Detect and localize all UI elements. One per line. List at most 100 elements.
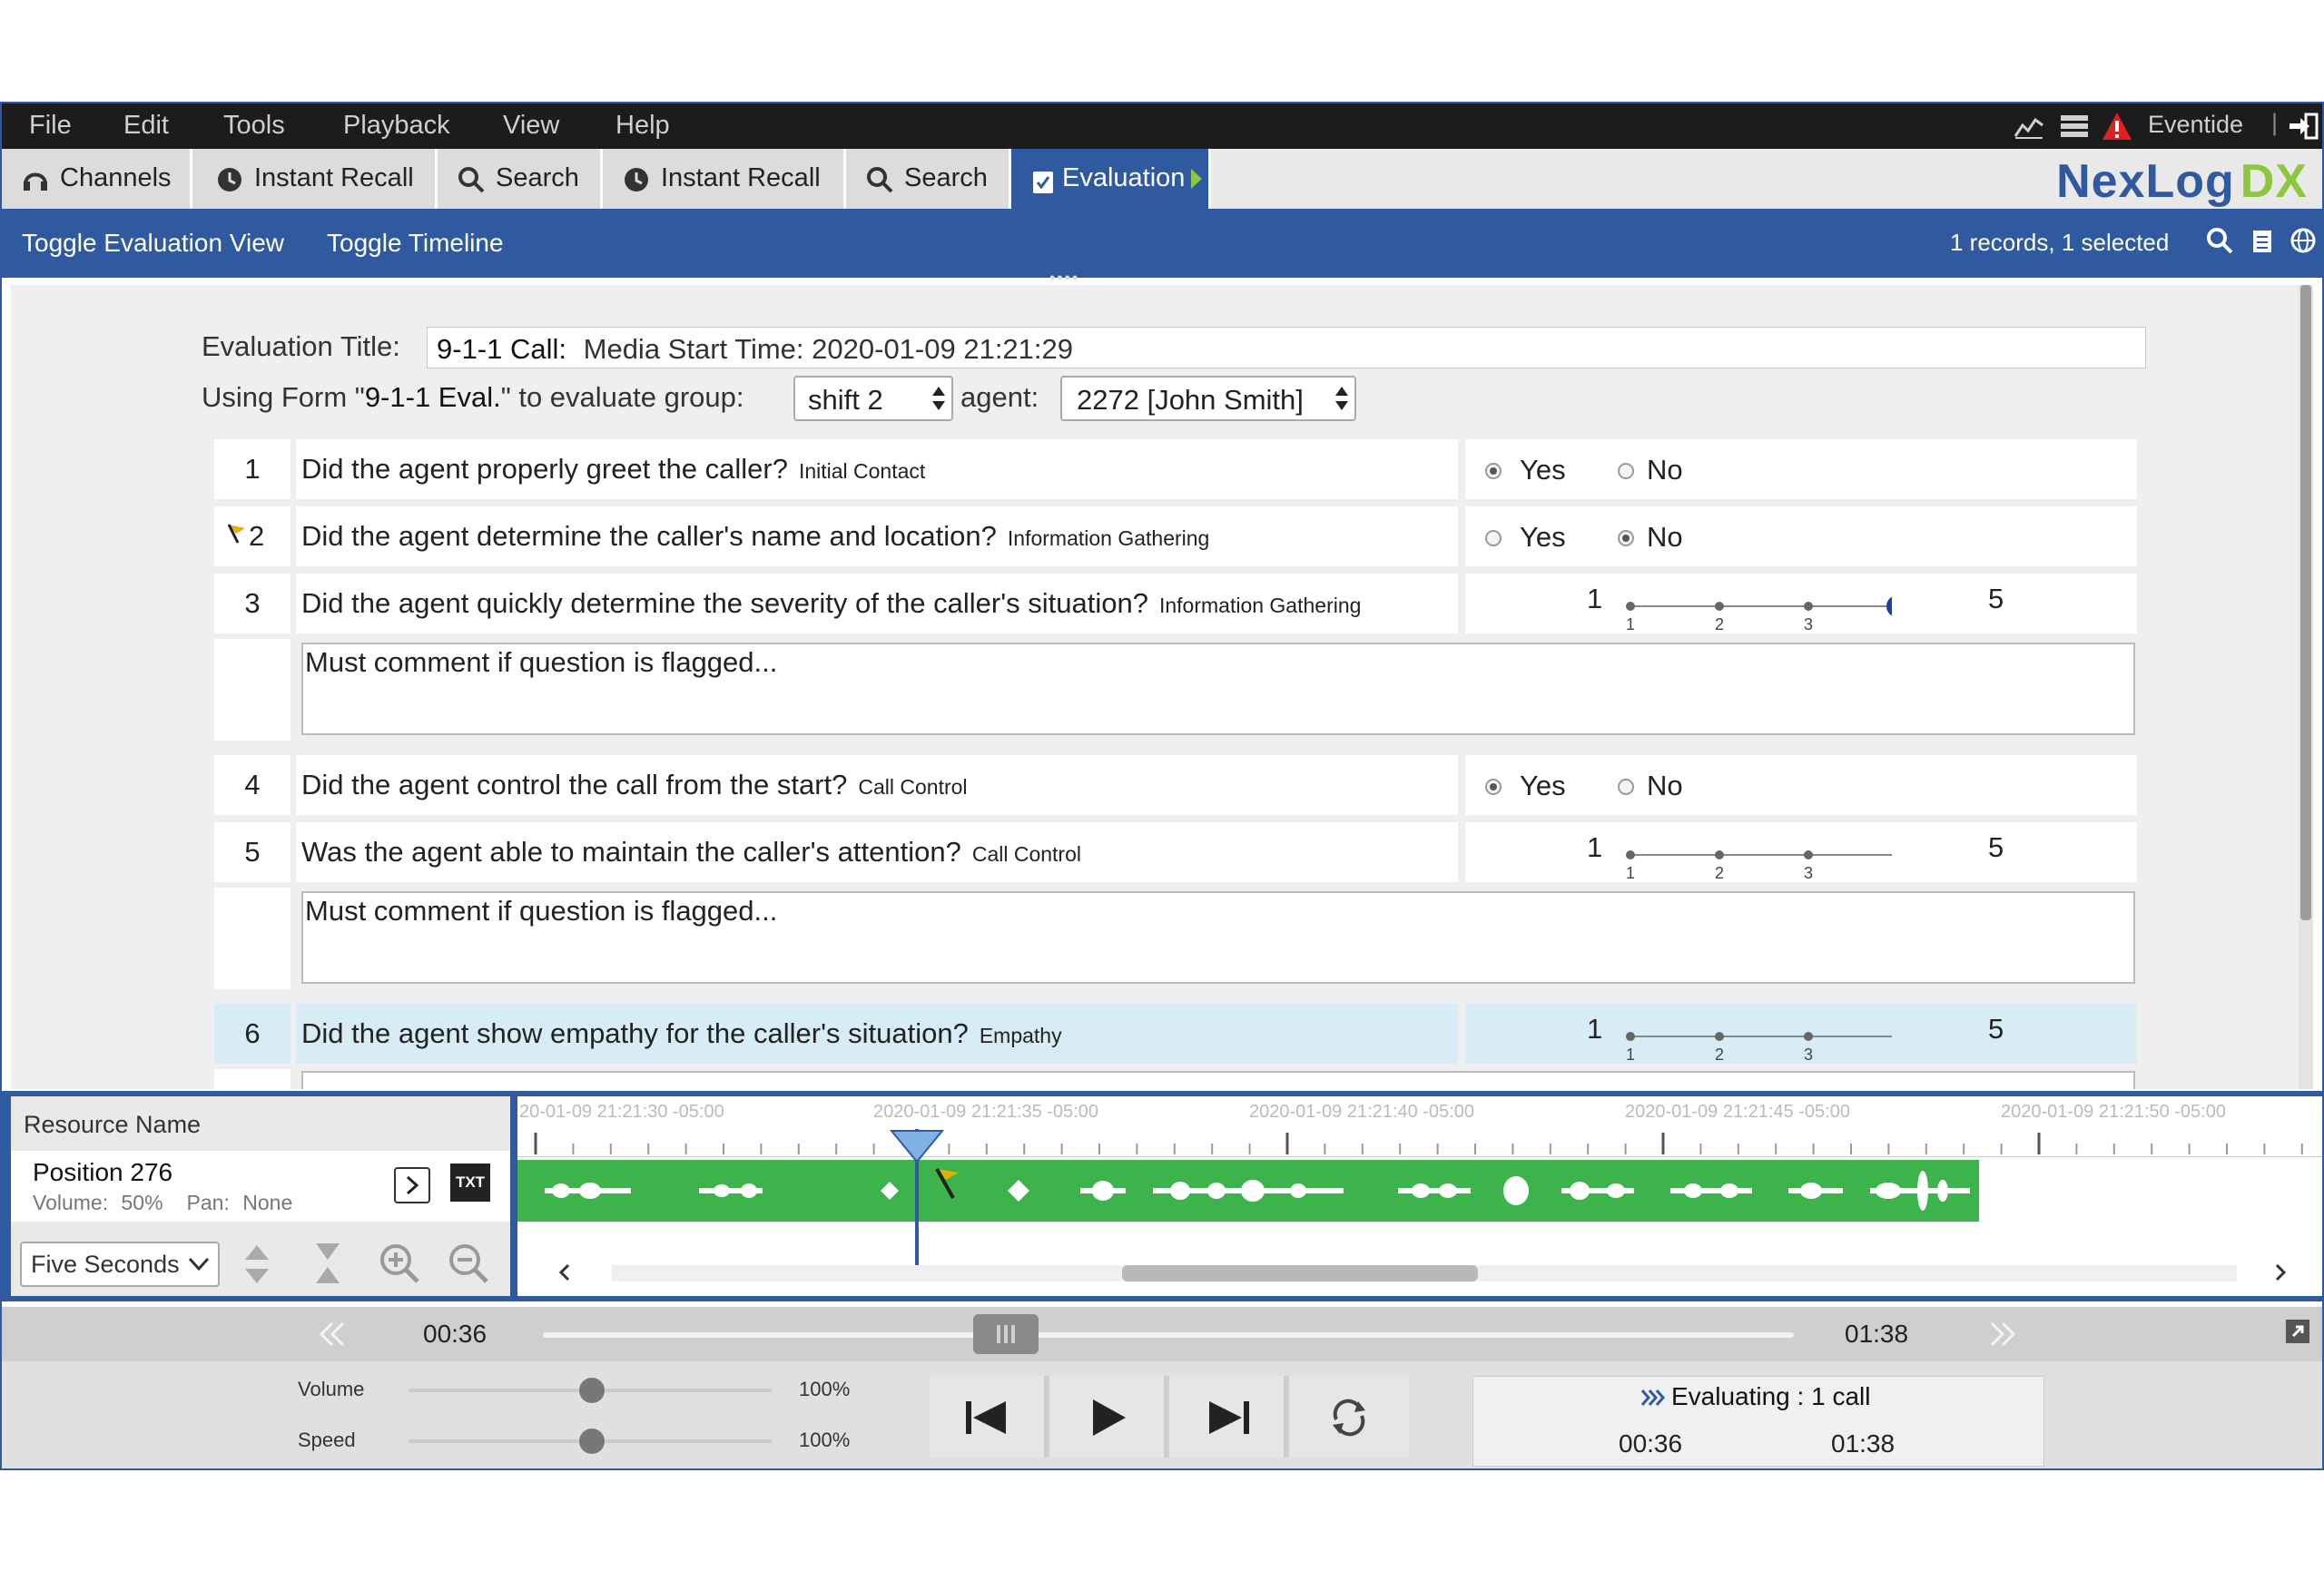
- question-text: Was the agent able to maintain the calle…: [296, 822, 1458, 882]
- slider-tick: [1715, 1032, 1724, 1041]
- tab-search[interactable]: Search: [438, 149, 603, 209]
- comment-spacer: [214, 888, 290, 989]
- zoom-select[interactable]: Five Seconds: [20, 1242, 220, 1287]
- group-select[interactable]: shift 2: [793, 376, 953, 421]
- alert-icon[interactable]: [2101, 111, 2133, 142]
- play-arrow-icon: [1191, 169, 1202, 189]
- slider-tick: [1626, 850, 1635, 859]
- no-radio[interactable]: [1618, 530, 1634, 546]
- zoom-out-icon[interactable]: [447, 1242, 490, 1285]
- menu-edit[interactable]: Edit: [123, 111, 169, 141]
- speed-knob[interactable]: [579, 1429, 605, 1454]
- speed-slider[interactable]: [409, 1429, 772, 1454]
- expand-button[interactable]: [394, 1167, 430, 1203]
- rating-scale[interactable]: 1512345: [1465, 574, 2137, 633]
- volume-slider[interactable]: [409, 1378, 772, 1403]
- loop-button[interactable]: [1289, 1376, 1409, 1458]
- seek-track[interactable]: [543, 1314, 1794, 1354]
- timeline[interactable]: 20-01-09 21:21:30 -05:00 2020-01-09 21:2…: [517, 1096, 2322, 1296]
- logout-icon[interactable]: [2288, 113, 2319, 140]
- horizontal-scrollbar[interactable]: [612, 1265, 2237, 1281]
- menu-tools[interactable]: Tools: [223, 111, 285, 141]
- user-name[interactable]: Eventide: [2148, 111, 2243, 139]
- rating-slider[interactable]: 12345: [1620, 1009, 1892, 1064]
- no-label: No: [1647, 521, 1683, 553]
- rating-scale[interactable]: 1512345: [1465, 1004, 2137, 1064]
- yes-label: Yes: [1520, 521, 1566, 553]
- flag-icon[interactable]: [227, 523, 247, 545]
- flag-marker-icon[interactable]: [933, 1165, 966, 1202]
- evaluation-title-label: Evaluation Title:: [202, 330, 400, 362]
- menu-view[interactable]: View: [503, 111, 559, 141]
- vertical-scrollbar[interactable]: [2299, 285, 2313, 1089]
- toggle-timeline-button[interactable]: Toggle Timeline: [327, 229, 504, 258]
- speed-value: 100%: [799, 1429, 851, 1451]
- current-time: 00:36: [423, 1320, 487, 1348]
- comment-box[interactable]: Must comment if question is flagged...: [301, 643, 2135, 735]
- transport-controls: [930, 1376, 1409, 1458]
- scroll-left-icon[interactable]: [554, 1260, 576, 1285]
- seek-thumb[interactable]: [972, 1314, 1039, 1354]
- menu-help[interactable]: Help: [615, 111, 670, 141]
- slider-tick-label: 1: [1626, 864, 1635, 882]
- evaluation-panel: Evaluation Title: 9-1-1 Call: Media Star…: [11, 285, 2313, 1089]
- chevron-right-icon: [406, 1175, 419, 1195]
- question-number: 5: [214, 822, 290, 882]
- list-icon[interactable]: [2059, 113, 2090, 140]
- tab-channels[interactable]: Channels: [2, 149, 192, 209]
- scrollbar-thumb[interactable]: [1122, 1265, 1478, 1281]
- zoom-in-icon[interactable]: [378, 1242, 421, 1285]
- timeline-tick-label: 20-01-09 21:21:30 -05:00: [519, 1102, 724, 1122]
- rating-scale[interactable]: 1512345: [1465, 822, 2137, 882]
- comment-spacer: [214, 639, 290, 741]
- agent-select[interactable]: 2272 [John Smith]: [1060, 376, 1356, 421]
- resource-panel: Resource Name Position 276 Volume: 50% Pa…: [11, 1096, 510, 1296]
- txt-button[interactable]: TXT: [450, 1164, 490, 1202]
- tab-evaluation[interactable]: Evaluation: [1011, 149, 1211, 209]
- scroll-right-icon[interactable]: [2270, 1260, 2291, 1285]
- clipboard-icon[interactable]: [2251, 227, 2273, 254]
- no-label: No: [1647, 770, 1683, 801]
- rating-slider[interactable]: 12345: [1620, 579, 1892, 633]
- timeline-tick-label: 2020-01-09 21:21:35 -05:00: [873, 1102, 1098, 1122]
- expand-vertical-icon[interactable]: [241, 1242, 272, 1287]
- question-number: 6: [214, 1004, 290, 1064]
- clock-icon: [625, 168, 648, 191]
- scrollbar-thumb[interactable]: [2300, 285, 2311, 920]
- tab-instant-recall[interactable]: Instant Recall: [192, 149, 438, 209]
- tab-search-2[interactable]: Search: [846, 149, 1011, 209]
- volume-knob[interactable]: [579, 1378, 605, 1403]
- search-icon[interactable]: [2206, 227, 2233, 254]
- question-row-5: 5 Was the agent able to maintain the cal…: [214, 822, 2137, 882]
- tab-instant-recall-2[interactable]: Instant Recall: [603, 149, 846, 209]
- timeline-tick-label: 2020-01-09 21:21:50 -05:00: [2001, 1102, 2226, 1122]
- popout-icon[interactable]: [2284, 1318, 2311, 1345]
- no-radio[interactable]: [1618, 463, 1634, 479]
- fast-forward-icon[interactable]: [1984, 1320, 2021, 1349]
- search-icon: [458, 167, 485, 193]
- chart-icon[interactable]: [2014, 113, 2044, 140]
- resource-row[interactable]: Position 276 Volume: 50% Pan: None TXT: [11, 1151, 510, 1222]
- yes-radio[interactable]: [1485, 530, 1502, 546]
- previous-button[interactable]: [930, 1376, 1046, 1458]
- rewind-icon[interactable]: [314, 1320, 350, 1349]
- slider-tick-label: 3: [1804, 1046, 1813, 1064]
- globe-icon[interactable]: [2290, 227, 2317, 254]
- yes-radio[interactable]: [1485, 463, 1502, 479]
- no-radio[interactable]: [1618, 779, 1634, 795]
- comment-box[interactable]: Must comment if question is flagged...: [301, 891, 2135, 984]
- play-icon: [1093, 1399, 1126, 1436]
- toggle-evaluation-view-button[interactable]: Toggle Evaluation View: [22, 229, 284, 258]
- menu-file[interactable]: File: [29, 111, 72, 141]
- play-button[interactable]: [1049, 1376, 1166, 1458]
- rating-slider[interactable]: 12345: [1620, 828, 1892, 882]
- playhead-marker-icon[interactable]: [890, 1129, 944, 1164]
- next-button[interactable]: [1169, 1376, 1285, 1458]
- question-row-2: 2 Did the agent determine the caller's n…: [214, 506, 2137, 566]
- comment-box[interactable]: [301, 1071, 2135, 1089]
- menu-playback[interactable]: Playback: [343, 111, 450, 141]
- audio-waveform[interactable]: [517, 1160, 1979, 1222]
- evaluation-title-field[interactable]: 9-1-1 Call: Media Start Time: 2020-01-09…: [427, 327, 2146, 368]
- yes-radio[interactable]: [1485, 779, 1502, 795]
- collapse-vertical-icon[interactable]: [312, 1240, 343, 1287]
